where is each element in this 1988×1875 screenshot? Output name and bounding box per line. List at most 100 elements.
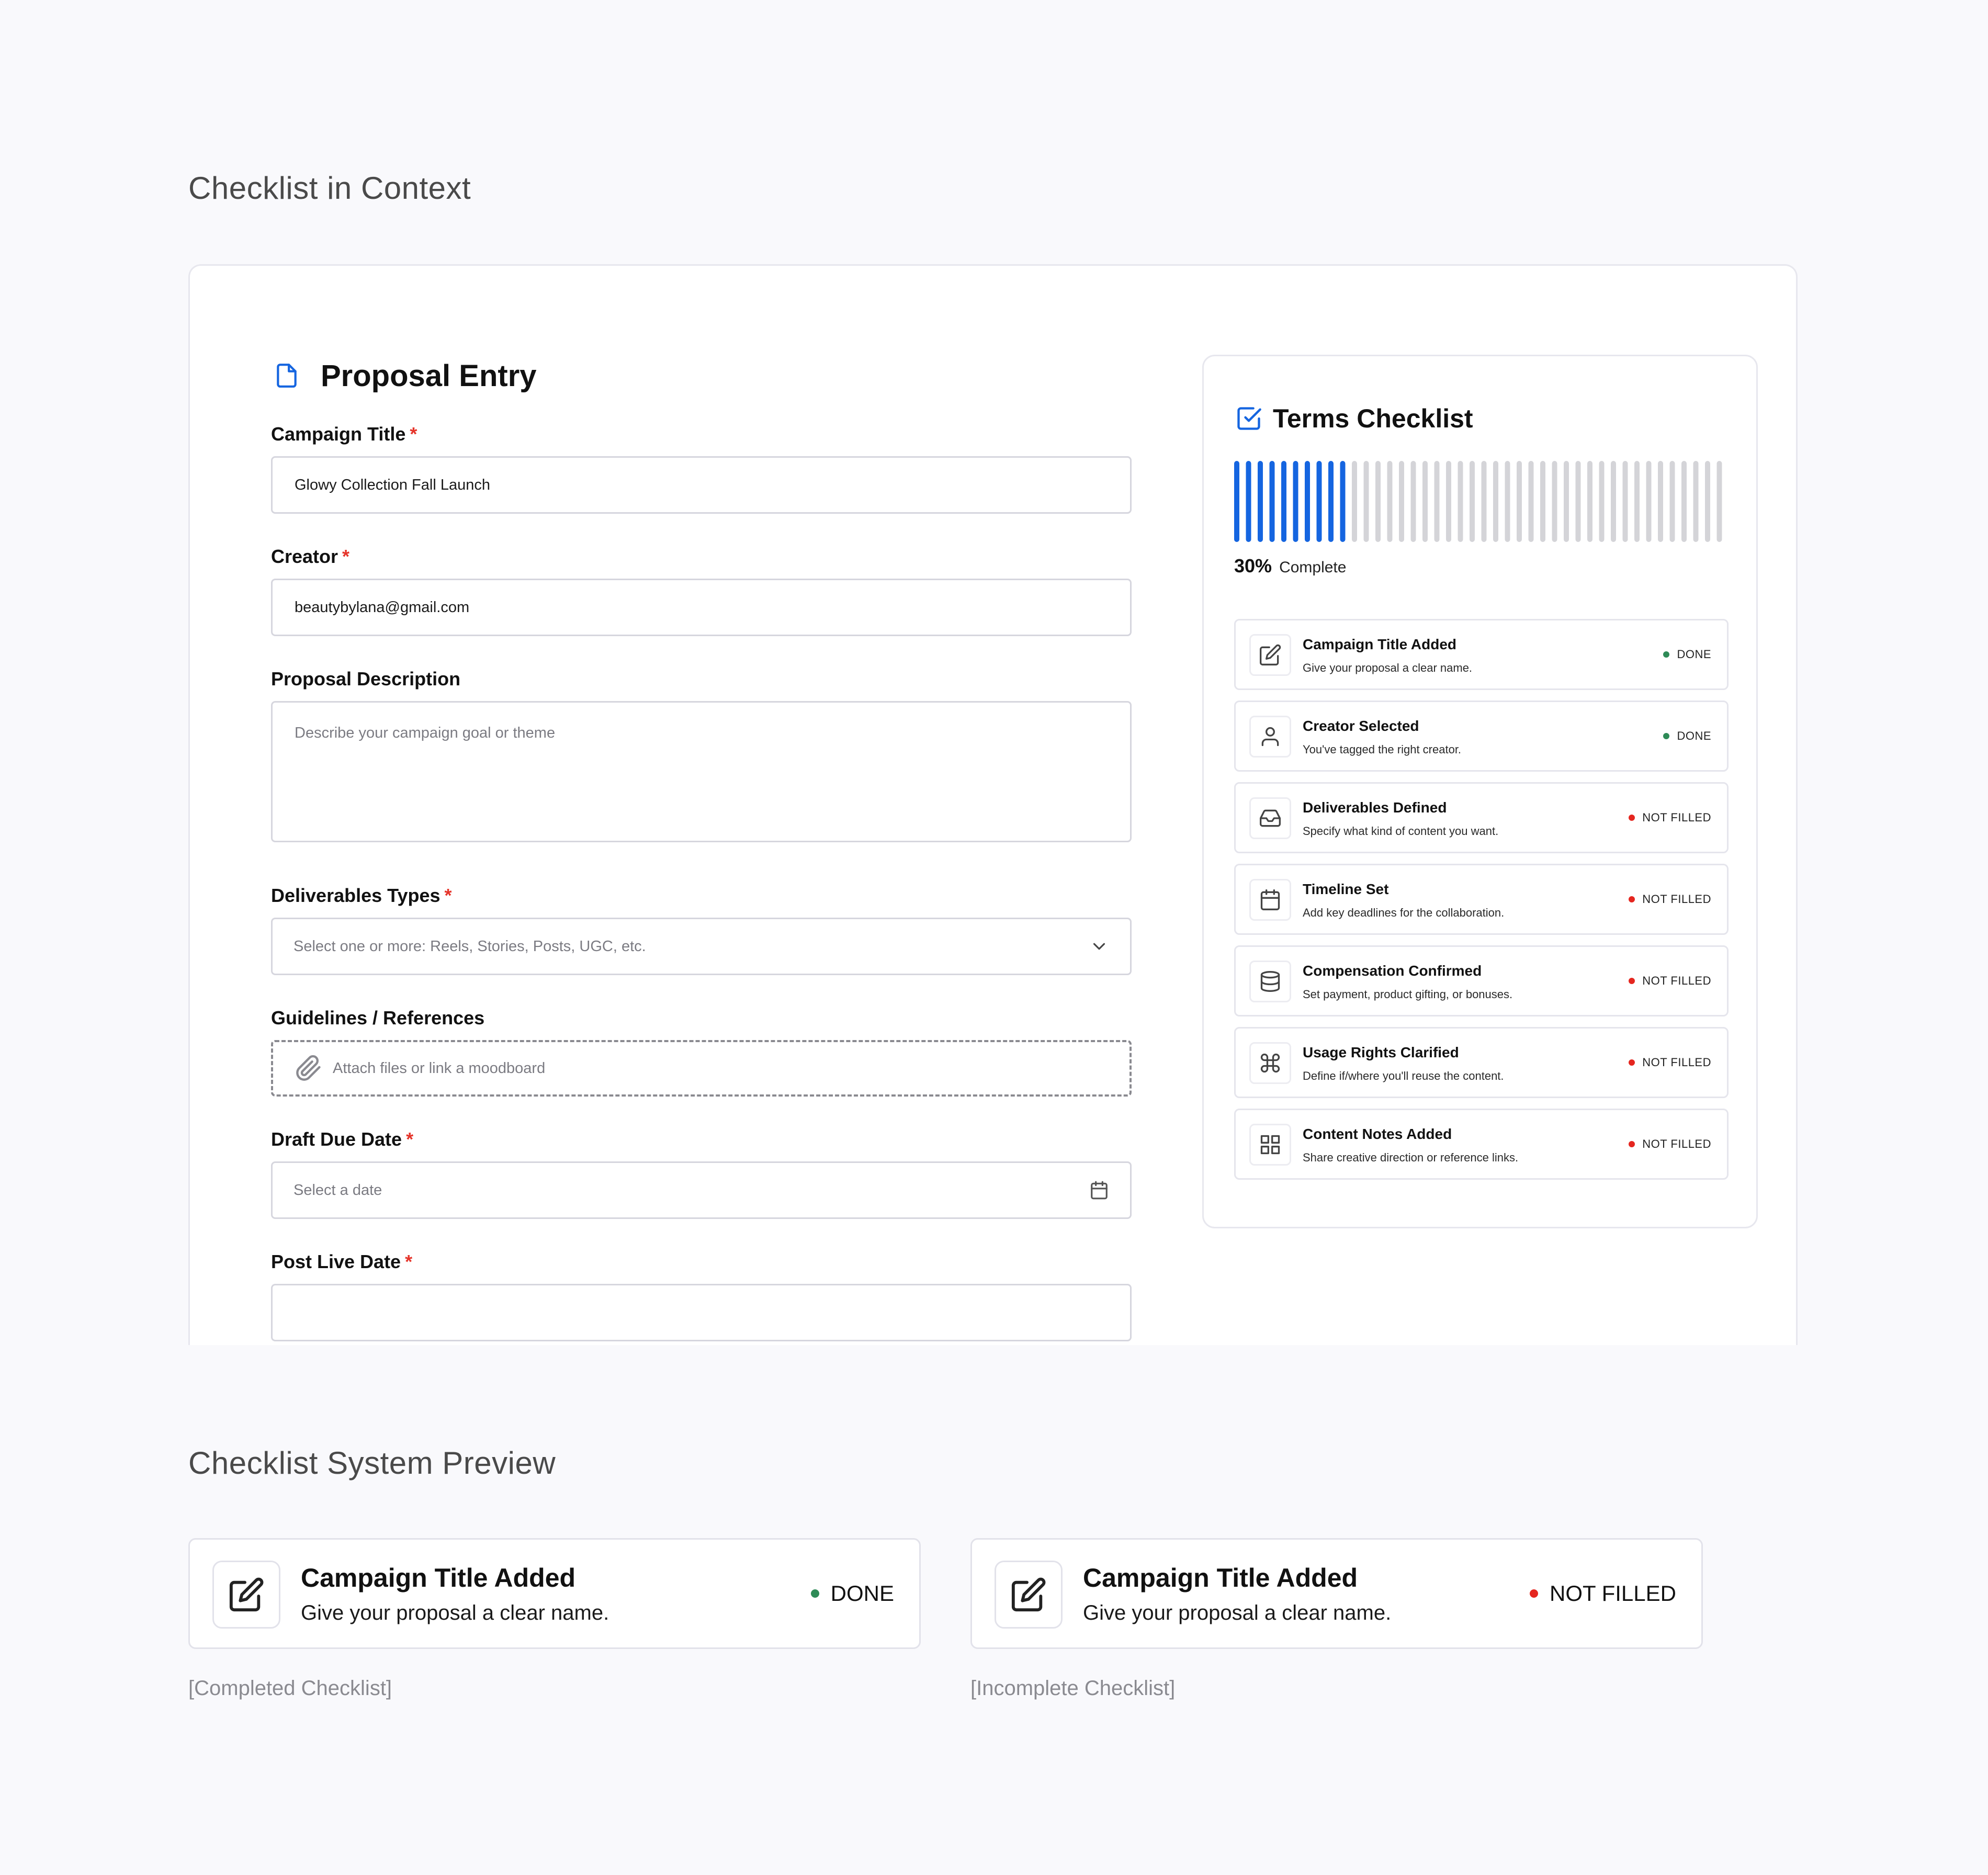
description-textarea[interactable]: Describe your campaign goal or theme	[271, 701, 1132, 842]
edit-icon	[1011, 1577, 1046, 1612]
progress-segment-empty	[1681, 461, 1687, 542]
campaign-title-label: Campaign Title *	[271, 423, 417, 445]
progress-segment-empty	[1552, 461, 1557, 542]
preview-title: Campaign Title Added	[1083, 1563, 1358, 1592]
status-badge: DONE	[810, 1581, 894, 1606]
progress-segment-empty	[1410, 461, 1416, 542]
status-badge: NOT FILLED	[1629, 893, 1711, 906]
status-badge: DONE	[1663, 729, 1711, 743]
campaign-title-value: Glowy Collection Fall Launch	[295, 476, 490, 493]
checklist-item-icon-box	[1249, 879, 1291, 921]
checklist-item-icon-box	[1249, 1124, 1291, 1166]
calendar-icon	[1260, 889, 1280, 910]
progress-segment-filled	[1234, 461, 1239, 542]
draft-due-field: Draft Due Date * Select a date	[271, 1128, 1132, 1219]
status-dot	[1629, 978, 1635, 984]
checklist-item-desc: You've tagged the right creator.	[1303, 743, 1462, 756]
status-badge: NOT FILLED	[1629, 1056, 1711, 1069]
progress-segment-empty	[1611, 461, 1616, 542]
progress-label: Complete	[1279, 559, 1347, 576]
progress-segment-empty	[1458, 461, 1463, 542]
creator-input[interactable]: beautybylana@gmail.com	[271, 579, 1132, 636]
progress-bar-segments	[1234, 461, 1722, 542]
progress-segment-empty	[1505, 461, 1510, 542]
checklist-item[interactable]: Usage Rights Clarified Define if/where yo…	[1234, 1027, 1729, 1098]
draft-due-label: Draft Due Date *	[271, 1128, 414, 1150]
database-icon	[1260, 971, 1280, 992]
edit-icon	[1260, 644, 1281, 665]
progress-segment-empty	[1493, 461, 1498, 542]
checklist-item-title: Timeline Set	[1303, 881, 1389, 897]
creator-field: Creator * beautybylana@gmail.com	[271, 545, 1132, 636]
caption-incomplete: [Incomplete Checklist]	[970, 1677, 1176, 1700]
description-label: Proposal Description	[271, 668, 461, 690]
preview-icon-box	[995, 1561, 1063, 1629]
preview-title: Campaign Title Added	[301, 1563, 576, 1592]
progress-segment-empty	[1352, 461, 1357, 542]
required-marker: *	[405, 1251, 413, 1272]
progress-segment-filled	[1246, 461, 1251, 542]
checklist-item-desc: Share creative direction or reference li…	[1303, 1151, 1519, 1164]
draft-due-date-picker[interactable]: Select a date	[271, 1161, 1132, 1219]
guidelines-dropzone[interactable]: Attach files or link a moodboard	[271, 1040, 1132, 1097]
status-text: NOT FILLED	[1642, 1137, 1711, 1150]
status-dot	[1530, 1589, 1539, 1598]
checklist-item[interactable]: Content Notes Added Share creative direct…	[1234, 1109, 1729, 1180]
checklist-item-title: Deliverables Defined	[1303, 799, 1447, 816]
post-live-date-picker[interactable]	[271, 1284, 1132, 1341]
checklist-item-title: Usage Rights Clarified	[1303, 1044, 1459, 1060]
status-text: NOT FILLED	[1642, 974, 1711, 987]
status-text: NOT FILLED	[1642, 811, 1711, 824]
status-dot	[1629, 815, 1635, 821]
checklist-item-icon-box	[1249, 797, 1291, 839]
status-dot	[810, 1589, 819, 1598]
checklist-item[interactable]: Compensation Confirmed Set payment, produ…	[1234, 945, 1729, 1016]
preview-desc: Give your proposal a clear name.	[1083, 1601, 1392, 1624]
checklist-item[interactable]: Deliverables Defined Specify what kind of…	[1234, 782, 1729, 853]
progress-segment-empty	[1646, 461, 1652, 542]
check-square-icon	[1237, 407, 1261, 430]
progress-segment-empty	[1716, 461, 1722, 542]
status-dot	[1663, 733, 1670, 739]
progress-segment-filled	[1269, 461, 1275, 542]
required-marker: *	[342, 546, 350, 567]
campaign-title-input[interactable]: Glowy Collection Fall Launch	[271, 456, 1132, 514]
status-badge: NOT FILLED	[1629, 974, 1711, 988]
progress-percent: 30%	[1234, 555, 1272, 577]
checklist-item-icon-box	[1249, 961, 1291, 1002]
progress-segment-empty	[1564, 461, 1569, 542]
checklist-item-desc: Give your proposal a clear name.	[1303, 661, 1473, 674]
description-placeholder: Describe your campaign goal or theme	[295, 725, 556, 741]
section-title-context: Checklist in Context	[188, 171, 471, 206]
checklist-item[interactable]: Creator Selected You've tagged the right …	[1234, 701, 1729, 772]
guidelines-label: Guidelines / References	[271, 1007, 485, 1029]
proposal-form: Proposal Entry Campaign Title * Glowy Col…	[271, 355, 1132, 1345]
progress-segment-empty	[1470, 461, 1475, 542]
progress-segment-empty	[1517, 461, 1522, 542]
checklist-item-title: Creator Selected	[1303, 718, 1419, 734]
progress-segment-filled	[1281, 461, 1286, 542]
progress-segment-empty	[1387, 461, 1393, 542]
checklist-item[interactable]: Campaign Title Added Give your proposal a…	[1234, 619, 1729, 690]
creator-value: beautybylana@gmail.com	[295, 598, 470, 616]
document-icon	[277, 364, 297, 388]
caption-completed: [Completed Checklist]	[188, 1677, 392, 1700]
checklist-item-icon-box	[1249, 634, 1291, 676]
deliverables-select[interactable]: Select one or more: Reels, Stories, Post…	[271, 918, 1132, 975]
progress-segment-empty	[1481, 461, 1487, 542]
progress-segment-empty	[1422, 461, 1428, 542]
terms-checklist-card: Terms Checklist 30% Complete Campaign Ti…	[1202, 355, 1758, 1228]
progress-segment-empty	[1669, 461, 1675, 542]
preview-icon-box	[212, 1561, 280, 1629]
checklist-item-icon-box	[1249, 716, 1291, 758]
campaign-title-field: Campaign Title * Glowy Collection Fall La…	[271, 423, 1132, 514]
status-text: NOT FILLED	[1642, 893, 1711, 906]
required-marker: *	[406, 1128, 414, 1150]
required-marker: *	[410, 423, 417, 445]
checklist-item[interactable]: Timeline Set Add key deadlines for the co…	[1234, 864, 1729, 935]
draft-due-placeholder: Select a date	[293, 1181, 382, 1199]
preview-desc: Give your proposal a clear name.	[301, 1601, 609, 1624]
post-live-field: Post Live Date *	[271, 1250, 1132, 1341]
checklist-item-title: Compensation Confirmed	[1303, 963, 1482, 979]
edit-icon	[229, 1577, 264, 1612]
